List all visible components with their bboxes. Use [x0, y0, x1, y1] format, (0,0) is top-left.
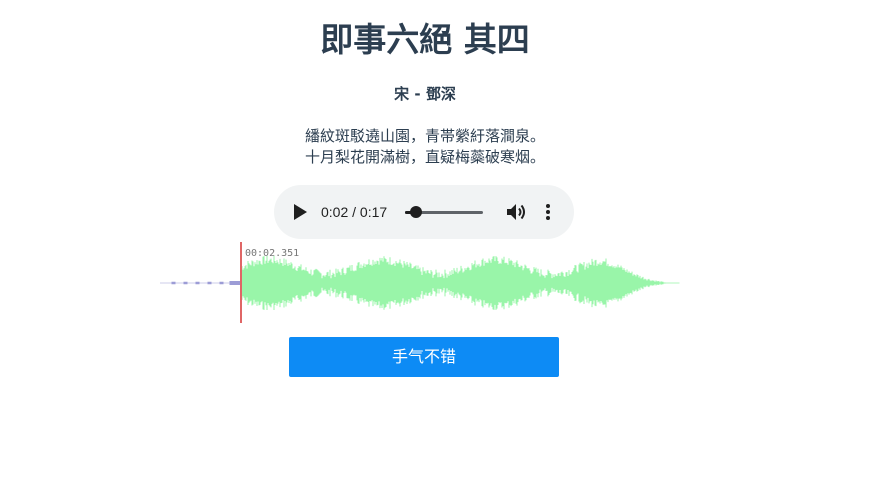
play-icon[interactable] [292, 203, 308, 221]
audio-player[interactable]: 0:02 / 0:17 [274, 185, 574, 239]
poem-page: 即事六絕 其四 宋 - 鄧深 繙紋斑駁遶山園，青帯縈紆落澗泉。 十月梨花開滿樹，… [0, 0, 888, 487]
more-vert-icon[interactable] [540, 202, 556, 222]
poem-title: 即事六絕 其四 [320, 20, 530, 59]
poem-author: 宋 - 鄧深 [394, 85, 456, 103]
waveform[interactable] [160, 242, 680, 324]
feeling-lucky-button[interactable]: 手气不错 [289, 337, 559, 377]
playback-time: 0:02 / 0:17 [321, 204, 388, 220]
seek-thumb[interactable] [409, 206, 422, 218]
poem-line: 繙紋斑駁遶山園，青帯縈紆落澗泉。 [304, 127, 545, 145]
playhead-time: 00:02.351 [245, 248, 300, 259]
playhead-cursor[interactable] [240, 242, 242, 323]
poem-line: 十月梨花開滿樹，直疑梅蘂破寒烟。 [304, 148, 545, 166]
poem-body: 繙紋斑駁遶山園，青帯縈紆落澗泉。 十月梨花開滿樹，直疑梅蘂破寒烟。 [0, 126, 850, 168]
volume-icon[interactable] [505, 202, 527, 222]
